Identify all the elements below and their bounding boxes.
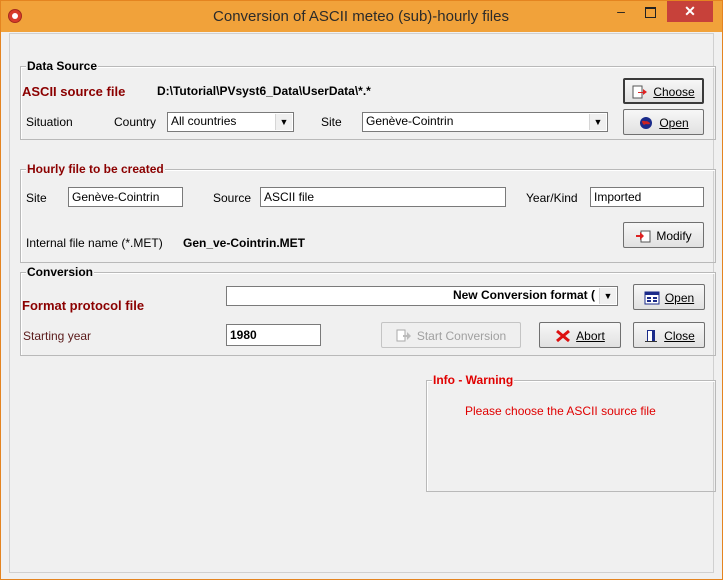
maximize-icon [644,7,656,18]
info-warning-group: Info - Warning Please choose the ASCII s… [426,373,716,492]
start-conversion-icon [396,329,411,342]
internal-file-label: Internal file name (*.MET) [26,236,163,250]
country-label: Country [114,115,157,129]
modify-icon [636,230,651,243]
info-warning-message: Please choose the ASCII source file [465,404,656,418]
modify-button[interactable]: Modify [623,222,704,248]
hourly-file-title: Hourly file to be created [26,162,165,176]
format-protocol-label: Format protocol file [22,298,145,313]
abort-button-label: Abort [576,328,605,343]
yearkind-input[interactable]: Imported [590,187,704,207]
hourly-file-group: Hourly file to be created Site Genève-Co… [20,162,716,263]
open-globe-icon [640,116,653,129]
start-conversion-button-label: Start Conversion [416,328,507,343]
conversion-title: Conversion [26,265,95,279]
site-select[interactable]: Genève-Cointrin ▼ [362,112,608,132]
hourly-site-label: Site [26,191,47,205]
abort-x-icon [556,329,571,342]
choose-button-label: Choose [653,84,695,99]
conversion-group: Conversion Format protocol file New Conv… [20,265,716,356]
close-door-icon [645,329,658,342]
close-window-button[interactable]: ✕ [667,1,713,22]
format-protocol-select[interactable]: New Conversion format ( ▼ [226,286,618,306]
open-format-button[interactable]: Open [633,284,705,310]
starting-year-input[interactable]: 1980 [226,324,321,346]
ascii-source-label: ASCII source file [22,84,126,99]
info-warning-title: Info - Warning [432,373,515,387]
format-protocol-value: New Conversion format ( [452,288,595,302]
open-site-button-label: Open [659,115,689,130]
source-input[interactable]: ASCII file [260,187,506,207]
internal-file-value: Gen_ve-Cointrin.MET [183,236,306,250]
situation-label: Situation [26,115,73,129]
choose-file-icon [632,85,648,99]
open-format-icon [644,291,660,305]
open-format-button-label: Open [664,290,695,305]
dialog-client-area: Data Source ASCII source file D:\Tutoria… [9,33,716,573]
abort-button[interactable]: Abort [539,322,621,348]
source-path-value: D:\Tutorial\PVsyst6_Data\UserData\*.* [157,84,371,98]
window-title: Conversion of ASCII meteo (sub)-hourly f… [213,8,509,25]
chevron-down-icon[interactable]: ▼ [599,288,616,304]
app-logo-icon[interactable] [8,9,22,23]
minimize-button[interactable]: – [608,1,634,22]
modify-button-label: Modify [656,228,692,243]
chevron-down-icon[interactable]: ▼ [589,114,606,130]
start-conversion-button[interactable]: Start Conversion [381,322,521,348]
data-source-group: Data Source ASCII source file D:\Tutoria… [20,59,716,140]
country-select[interactable]: All countries ▼ [167,112,294,132]
close-button-label: Close [664,328,695,343]
site-label: Site [321,115,342,129]
choose-button[interactable]: Choose [623,78,704,104]
starting-year-label: Starting year [23,329,92,343]
main-window: Conversion of ASCII meteo (sub)-hourly f… [0,0,723,580]
site-select-value: Genève-Cointrin [366,114,454,128]
title-bar[interactable]: Conversion of ASCII meteo (sub)-hourly f… [1,1,722,32]
hourly-site-input[interactable]: Genève-Cointrin [68,187,183,207]
yearkind-label: Year/Kind [526,191,578,205]
source-label: Source [213,191,252,205]
country-select-value: All countries [171,114,237,128]
close-button[interactable]: Close [633,322,705,348]
open-site-button[interactable]: Open [623,109,704,135]
data-source-title: Data Source [26,59,99,73]
maximize-button[interactable] [637,1,663,22]
chevron-down-icon[interactable]: ▼ [275,114,292,130]
